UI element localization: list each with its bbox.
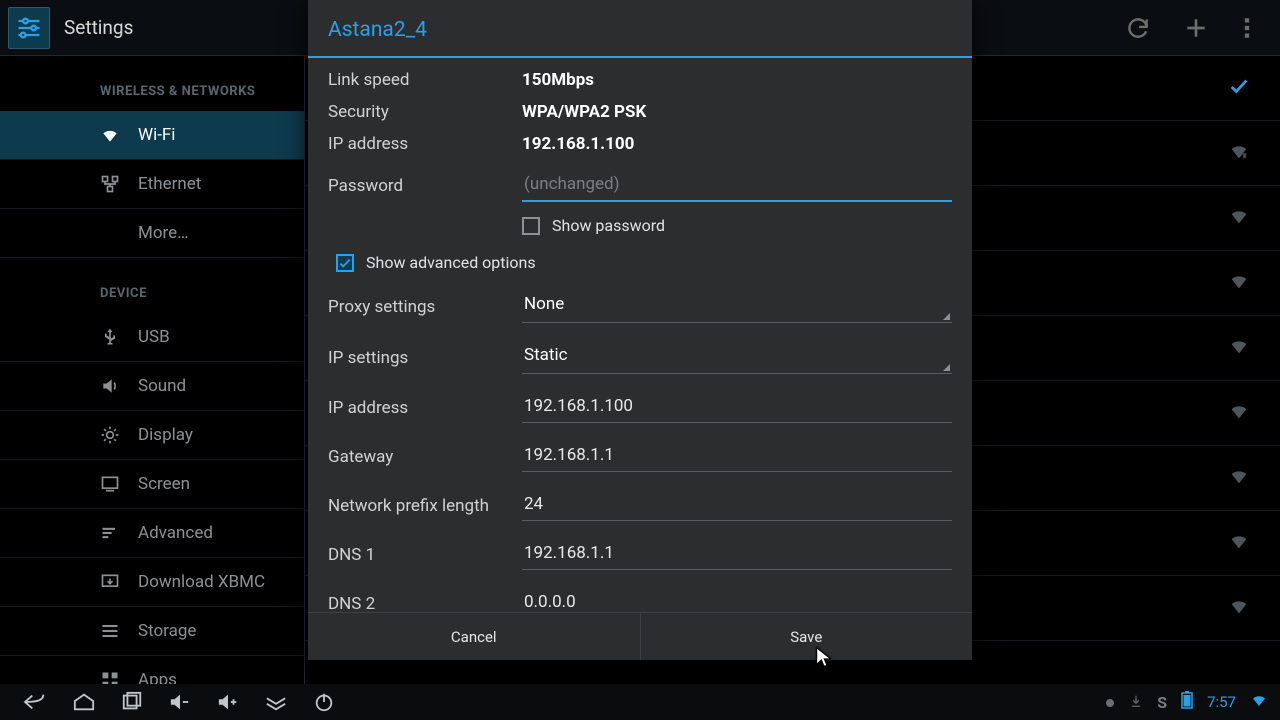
show-password-label: Show password xyxy=(552,216,665,235)
show-advanced-checkbox[interactable]: Show advanced options xyxy=(328,253,952,272)
network-prefix-field[interactable] xyxy=(522,490,952,521)
save-button[interactable]: Save xyxy=(640,613,973,660)
download-status-icon xyxy=(1129,693,1143,712)
back-button[interactable] xyxy=(12,684,60,720)
volume-up-button[interactable] xyxy=(204,684,252,720)
home-button[interactable] xyxy=(60,684,108,720)
volume-down-button[interactable] xyxy=(156,684,204,720)
gateway-field[interactable] xyxy=(522,441,952,472)
ip-address-label: IP address xyxy=(328,398,522,418)
ip-address-info-value: 192.168.1.100 xyxy=(522,134,634,154)
password-field[interactable] xyxy=(522,170,952,202)
dns1-field[interactable] xyxy=(522,539,952,570)
status-dot-icon xyxy=(1105,693,1115,712)
cancel-button[interactable]: Cancel xyxy=(308,613,640,660)
wifi-network-dialog: Astana2_4 Link speed 150Mbps Security WP… xyxy=(308,0,972,660)
security-value: WPA/WPA2 PSK xyxy=(522,102,646,122)
hide-bar-button[interactable] xyxy=(252,684,300,720)
gateway-label: Gateway xyxy=(328,447,522,467)
ip-settings-label: IP settings xyxy=(328,348,522,368)
s-status-icon: S xyxy=(1157,693,1167,712)
battery-icon xyxy=(1181,691,1193,713)
show-password-checkbox[interactable]: Show password xyxy=(328,216,952,235)
proxy-settings-select[interactable]: None xyxy=(522,290,952,323)
network-prefix-label: Network prefix length xyxy=(328,496,522,516)
mouse-cursor-icon xyxy=(814,646,836,668)
recent-apps-button[interactable] xyxy=(108,684,156,720)
link-speed-label: Link speed xyxy=(328,70,522,90)
ip-address-field[interactable] xyxy=(522,392,952,423)
dialog-title: Astana2_4 xyxy=(308,0,972,56)
ip-address-info-label: IP address xyxy=(328,134,522,154)
dns2-label: DNS 2 xyxy=(328,594,522,613)
password-label: Password xyxy=(328,176,522,196)
checkbox-icon xyxy=(522,217,540,235)
dns2-field[interactable] xyxy=(522,588,952,612)
status-clock: 7:57 xyxy=(1207,693,1236,711)
show-advanced-label: Show advanced options xyxy=(366,253,536,272)
checkbox-checked-icon xyxy=(336,254,354,272)
ip-settings-select[interactable]: Static xyxy=(522,341,952,374)
security-label: Security xyxy=(328,102,522,122)
link-speed-value: 150Mbps xyxy=(522,70,594,90)
wifi-status-icon xyxy=(1250,691,1268,713)
power-button[interactable] xyxy=(300,684,348,720)
dns1-label: DNS 1 xyxy=(328,545,522,565)
proxy-settings-label: Proxy settings xyxy=(328,297,522,317)
